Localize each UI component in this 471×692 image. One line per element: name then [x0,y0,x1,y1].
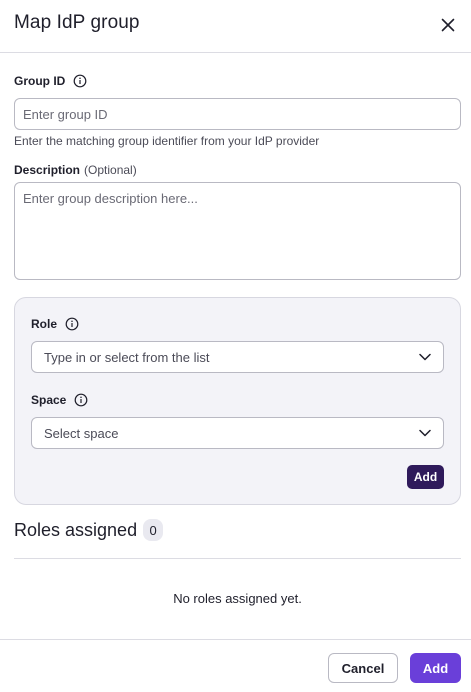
description-label: Description [14,163,81,177]
description-textarea[interactable] [14,182,461,280]
role-select-placeholder: Type in or select from the list [44,349,210,365]
role-select[interactable]: Type in or select from the list [31,341,444,373]
roles-divider [14,558,461,559]
dialog-footer: Cancel Add [0,639,471,692]
submit-add-button[interactable]: Add [410,653,461,683]
info-icon[interactable] [65,317,79,331]
info-icon[interactable] [74,393,88,407]
group-id-label-row: Group ID [14,74,87,88]
info-icon[interactable] [73,74,87,88]
dialog-title: Map IdP group [14,12,140,33]
dialog-header: Map IdP group [0,0,471,53]
space-select-placeholder: Select space [44,425,119,441]
space-select[interactable]: Select space [31,417,444,449]
role-label-row: Role [31,317,79,331]
map-idp-group-dialog: Map IdP group Group ID Enter the matchin… [0,0,471,692]
empty-roles-message: No roles assigned yet. [173,591,302,606]
close-button[interactable] [437,14,459,36]
roles-count-badge: 0 [143,519,164,541]
space-label: Space [31,393,67,407]
description-label-row: Description (Optional) [14,163,137,177]
cancel-button[interactable]: Cancel [328,653,398,683]
group-id-input[interactable] [14,98,461,130]
chevron-down-icon [419,429,431,437]
space-label-row: Space [31,393,88,407]
chevron-down-icon [419,353,431,361]
add-role-button[interactable]: Add [407,465,444,489]
roles-assigned-heading: Roles assigned 0 [14,519,164,541]
group-id-label: Group ID [14,74,66,88]
roles-assigned-title: Roles assigned [14,519,138,540]
optional-tag: (Optional) [84,163,137,177]
role-label: Role [31,317,58,331]
group-id-helper-text: Enter the matching group identifier from… [14,134,320,148]
close-icon [441,18,455,32]
